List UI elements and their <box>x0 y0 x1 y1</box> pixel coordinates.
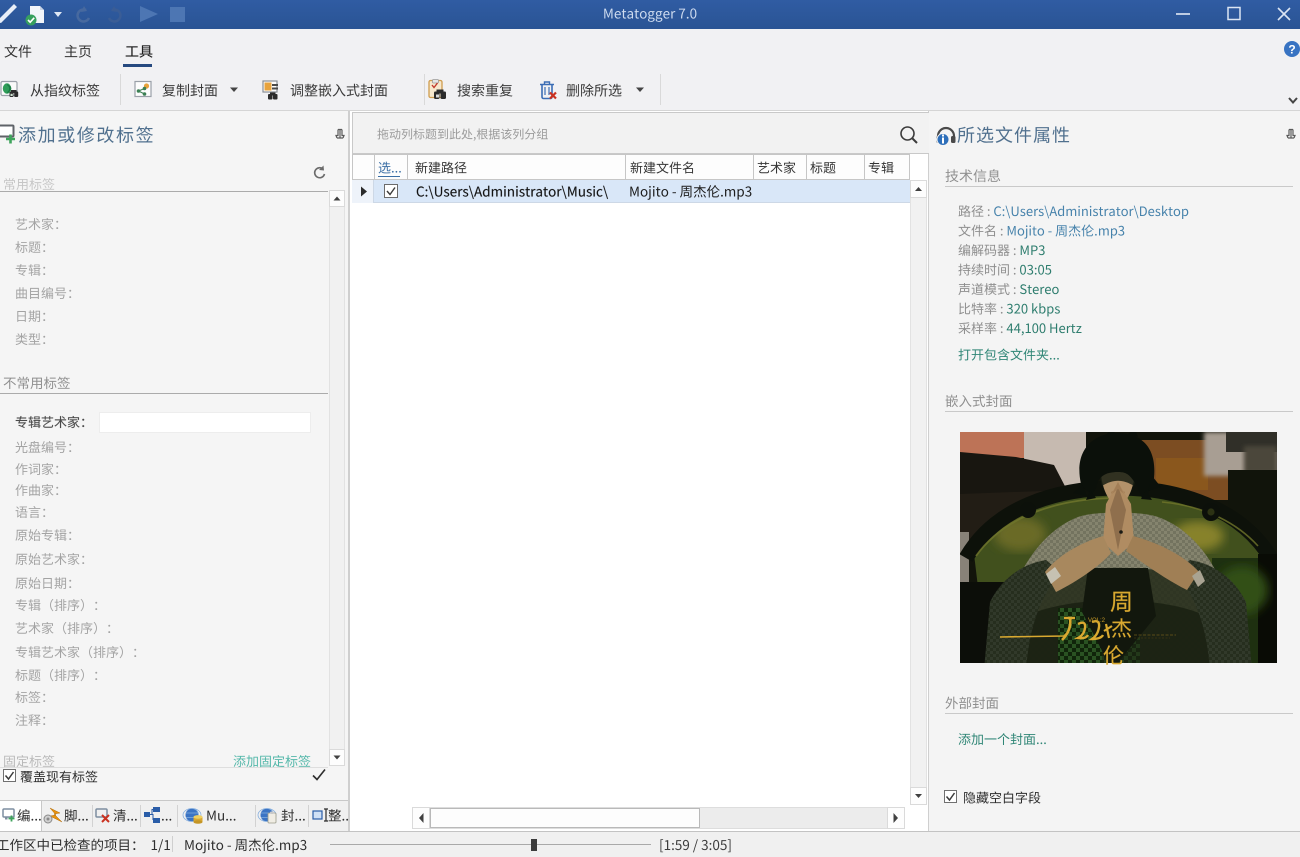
svg-text:?: ? <box>1288 43 1295 57</box>
svg-text:VOL:2: VOL:2 <box>1088 618 1106 624</box>
